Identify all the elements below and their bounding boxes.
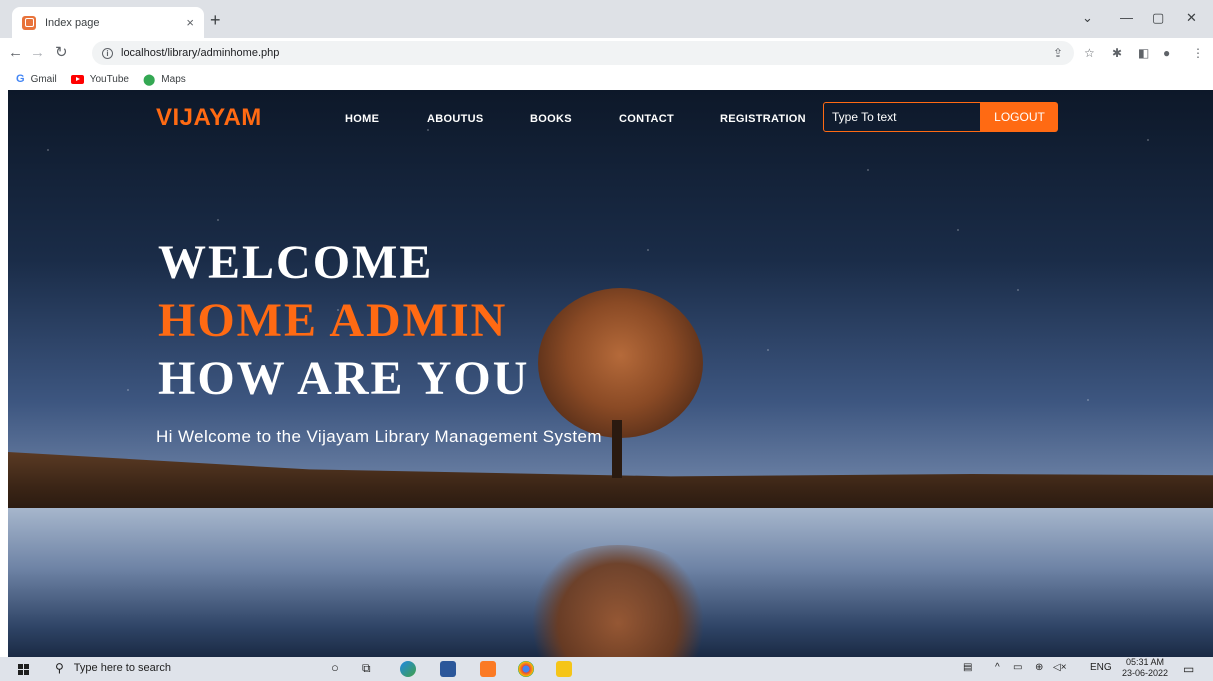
close-tab-icon[interactable]: ×: [186, 15, 194, 30]
bookmark-maps[interactable]: ⬤ Maps: [143, 73, 186, 86]
close-window-icon[interactable]: ✕: [1186, 10, 1197, 26]
bookmark-gmail[interactable]: G Gmail: [16, 73, 57, 85]
menu-kebab-icon[interactable]: ⋮: [1192, 46, 1204, 60]
xampp-app-icon[interactable]: [480, 661, 496, 677]
site-logo[interactable]: VIJAYAM: [156, 104, 262, 132]
taskbar-search-placeholder: Type here to search: [73, 662, 172, 674]
back-arrow-icon[interactable]: ←: [8, 44, 23, 62]
nav-home[interactable]: HOME: [345, 113, 379, 125]
extensions-puzzle-icon[interactable]: ✱: [1112, 46, 1122, 60]
share-icon[interactable]: ⇪: [1053, 46, 1063, 60]
logout-button[interactable]: LOGOUT: [981, 102, 1058, 132]
profile-avatar-icon[interactable]: ●: [1163, 46, 1170, 60]
new-tab-button[interactable]: +: [210, 10, 221, 30]
browser-tab[interactable]: Index page ×: [12, 7, 204, 38]
info-icon[interactable]: i: [102, 47, 113, 59]
volume-muted-icon[interactable]: ◁×: [1053, 662, 1067, 673]
network-globe-icon[interactable]: ⊕: [1035, 662, 1043, 673]
minimize-icon[interactable]: —: [1120, 10, 1133, 25]
side-panel-icon[interactable]: ◧: [1138, 46, 1149, 60]
tree-crown-image: [538, 288, 703, 438]
bookmark-youtube[interactable]: YouTube: [70, 74, 129, 85]
search-icon: ⚲: [55, 661, 64, 675]
show-hidden-icons-chevron-icon[interactable]: ^: [995, 662, 1000, 673]
notification-center-icon[interactable]: ▭: [1183, 662, 1194, 676]
search-input[interactable]: [823, 102, 981, 132]
reload-icon[interactable]: ↻: [55, 44, 68, 62]
address-bar: ← → ↻ i localhost/library/adminhome.php …: [0, 38, 1213, 68]
file-explorer-app-icon[interactable]: [556, 661, 572, 677]
clock-time: 05:31 AM: [1126, 657, 1165, 667]
clock[interactable]: 05:31 AM 23-06-2022: [1122, 657, 1168, 679]
url-text[interactable]: localhost/library/adminhome.php: [121, 47, 279, 59]
headline-welcome: WELCOME: [158, 236, 434, 289]
nav-contact[interactable]: CONTACT: [619, 113, 674, 125]
bookmarks-bar: G Gmail YouTube ⬤ Maps: [0, 68, 1213, 90]
nav-aboutus[interactable]: ABOUTUS: [427, 113, 484, 125]
task-view-icon[interactable]: ⧉: [362, 661, 371, 676]
maximize-icon[interactable]: ▢: [1152, 10, 1164, 26]
forward-arrow-icon[interactable]: →: [30, 44, 45, 62]
tree-trunk-image: [612, 420, 622, 478]
clock-date: 23-06-2022: [1122, 668, 1169, 678]
battery-icon[interactable]: ▭: [1013, 662, 1022, 673]
headline-how-are-you: HOW ARE YOU: [158, 352, 530, 405]
windows-taskbar: ⚲ Type here to search ○ ⧉ ▤ ^ ▭ ⊕ ◁× ENG…: [0, 657, 1213, 681]
chrome-app-icon[interactable]: [518, 661, 534, 677]
tab-strip: Index page × + ⌄ — ▢ ✕: [0, 0, 1213, 38]
site-navbar: VIJAYAM HOME ABOUTUS BOOKS CONTACT REGIS…: [8, 90, 1213, 148]
hero-subtitle: Hi Welcome to the Vijayam Library Manage…: [156, 427, 602, 446]
language-indicator[interactable]: ENG: [1090, 662, 1112, 673]
bookmark-star-icon[interactable]: ☆: [1084, 46, 1095, 60]
nav-registration[interactable]: REGISTRATION: [720, 113, 806, 125]
hero-section: VIJAYAM HOME ABOUTUS BOOKS CONTACT REGIS…: [8, 90, 1213, 657]
headline-home-admin: HOME ADMIN: [158, 294, 508, 347]
youtube-icon: [70, 74, 84, 84]
google-icon: G: [16, 73, 25, 85]
maps-pin-icon: ⬤: [142, 73, 156, 86]
omnibox[interactable]: i localhost/library/adminhome.php: [92, 41, 1074, 65]
edge-app-icon[interactable]: [400, 661, 416, 677]
cortana-icon[interactable]: ○: [331, 660, 339, 675]
tab-title: Index page: [45, 16, 100, 29]
news-widget-icon[interactable]: ▤: [963, 662, 972, 673]
word-app-icon[interactable]: [440, 661, 456, 677]
tab-search-chevron-icon[interactable]: ⌄: [1082, 10, 1093, 26]
taskbar-search[interactable]: ⚲ Type here to search: [55, 661, 171, 675]
xampp-favicon-icon: [22, 15, 36, 30]
tree-reflection-image: [528, 545, 708, 657]
windows-start-icon[interactable]: [18, 664, 29, 675]
nav-books[interactable]: BOOKS: [530, 113, 572, 125]
